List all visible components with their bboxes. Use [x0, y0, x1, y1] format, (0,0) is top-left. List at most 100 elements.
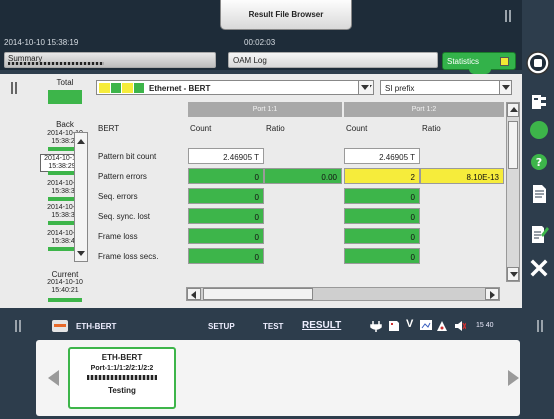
close-icon [530, 259, 548, 277]
p2-frame-loss: 0 [344, 228, 420, 244]
port-2-header: Port 1:2 [344, 102, 504, 117]
card-ports: Port-1:1/1:2/2:1/2:2 [90, 365, 154, 372]
scroll-up-button[interactable] [507, 103, 519, 117]
p1-pattern-errors-ratio: 0.00 [264, 168, 342, 184]
history-current-entry[interactable]: 2014-10-10 15:40:21 [42, 279, 88, 295]
port-config-button[interactable] [527, 90, 551, 114]
table-horizontal-scrollbar[interactable] [186, 287, 500, 301]
tab-test[interactable]: TEST [263, 322, 283, 331]
port2-ratio-header: Ratio [422, 124, 441, 133]
p1-frame-loss-secs: 0 [188, 248, 264, 264]
port1-count-header: Count [190, 124, 212, 133]
close-button[interactable] [527, 256, 551, 280]
interface-dropdown-arrow[interactable] [358, 81, 370, 94]
history-total-button[interactable] [48, 90, 82, 104]
prefix-select-value: SI prefix [385, 84, 415, 93]
p1-frame-loss: 0 [188, 228, 264, 244]
port1-ratio-header: Ratio [266, 124, 285, 133]
chevron-down-icon[interactable] [499, 81, 511, 94]
vertical-scroll-thumb[interactable] [508, 121, 518, 169]
arrow-down-icon [510, 272, 518, 277]
history-back-label: Back [56, 120, 74, 129]
current-datetime: 2014-10-10 15:38:19 [4, 38, 79, 47]
display-icon [420, 320, 432, 330]
p1-seq-errors: 0 [188, 188, 264, 204]
p2-frame-loss-secs: 0 [344, 248, 420, 264]
speaker-mute-icon [455, 321, 466, 331]
history-scrollbar[interactable] [74, 132, 88, 262]
edit-document-button[interactable] [527, 222, 551, 246]
p1-pattern-errors-count: 0 [188, 168, 264, 184]
row-label-seq-errors: Seq. errors [98, 192, 138, 201]
card-next-arrow[interactable] [508, 370, 519, 386]
help-icon: ? [531, 154, 547, 170]
statistics-label: Statistics [447, 57, 480, 66]
summary-button[interactable]: Summary [4, 52, 216, 68]
application-card[interactable]: ETH-BERT Port-1:1/1:2/2:1/2:2 Testing [68, 347, 176, 409]
interface-select[interactable]: Ethernet - BERT [96, 80, 374, 95]
section-label: BERT [98, 124, 120, 133]
interface-select-value: Ethernet - BERT [149, 84, 211, 93]
right-toolbar: ? [522, 0, 554, 419]
left-strip [0, 74, 30, 308]
summary-progress [8, 62, 104, 65]
stop-button[interactable] [525, 50, 551, 76]
card-progress-bar [87, 375, 157, 380]
oam-log-button[interactable]: OAM Log [228, 52, 438, 68]
card-title: ETH-BERT [101, 353, 143, 362]
port2-count-header: Count [346, 124, 368, 133]
row-label-frame-loss: Frame loss [98, 232, 138, 241]
card-prev-arrow[interactable] [48, 370, 59, 386]
arrow-right-icon [490, 291, 495, 299]
statistics-button[interactable]: Statistics [442, 52, 516, 74]
p2-pattern-bit-count: 2.46905 T [344, 148, 420, 164]
history-down-icon[interactable] [75, 247, 87, 259]
statistics-indicator [500, 57, 509, 66]
right-bottom-grip-icon[interactable] [532, 318, 548, 334]
scroll-right-button[interactable] [485, 288, 499, 300]
bottom-nav: ETH-BERT SETUP TEST RESULT V 15 40 [0, 312, 522, 340]
tab-result[interactable]: RESULT [302, 320, 341, 331]
p1-pattern-bit-count: 2.46905 T [188, 148, 264, 164]
scroll-left-button[interactable] [187, 288, 201, 300]
horizontal-scroll-thumb[interactable] [203, 288, 313, 300]
history-current-label: Current [51, 270, 79, 279]
port-led-icons [99, 83, 145, 93]
connector-icon [370, 321, 382, 332]
p2-seq-errors: 0 [344, 188, 420, 204]
port-icon [532, 95, 546, 109]
p2-pattern-errors-count: 2 [344, 168, 420, 184]
page-title: Result File Browser [220, 0, 352, 30]
row-label-seq-sync-lost: Seq. sync. lost [98, 212, 151, 221]
prefix-select[interactable]: SI prefix [380, 80, 512, 95]
arrow-up-icon [510, 107, 518, 112]
row-label-frame-loss-secs: Frame loss secs. [98, 252, 159, 261]
row-label-pattern-errors: Pattern errors [98, 172, 147, 181]
history-up-icon[interactable] [75, 135, 87, 147]
scroll-down-button[interactable] [507, 267, 519, 281]
application-icon [52, 320, 68, 332]
result-panel: Total Back 2014-10-10 15:38:24 2014-10-10… [30, 74, 522, 308]
table-vertical-scrollbar[interactable] [506, 102, 520, 282]
p2-seq-sync-lost: 0 [344, 208, 420, 224]
report-button[interactable] [527, 182, 551, 206]
help-button[interactable]: ? [527, 150, 551, 174]
p2-pattern-errors-ratio: 8.10E-13 [420, 168, 504, 184]
report-icon [533, 185, 546, 203]
row-label-pattern-bit-count: Pattern bit count [98, 152, 157, 161]
history-total-label: Total [56, 78, 74, 87]
status-led-button[interactable] [527, 118, 551, 142]
bottom-left-grip-icon[interactable] [10, 318, 26, 334]
left-grip-icon[interactable] [6, 80, 22, 96]
card-status: Testing [108, 386, 136, 395]
tab-setup[interactable]: SETUP [208, 322, 235, 331]
arrow-left-icon [191, 291, 196, 299]
elapsed-time: 00:02:03 [244, 38, 276, 47]
p1-seq-sync-lost: 0 [188, 208, 264, 224]
history-current-bar [48, 298, 82, 302]
port-1-header: Port 1:1 [188, 102, 342, 117]
oam-log-label: OAM Log [233, 56, 267, 65]
stop-icon [526, 51, 550, 75]
top-grip-icon[interactable] [500, 8, 516, 24]
sd-card-icon [389, 321, 399, 331]
